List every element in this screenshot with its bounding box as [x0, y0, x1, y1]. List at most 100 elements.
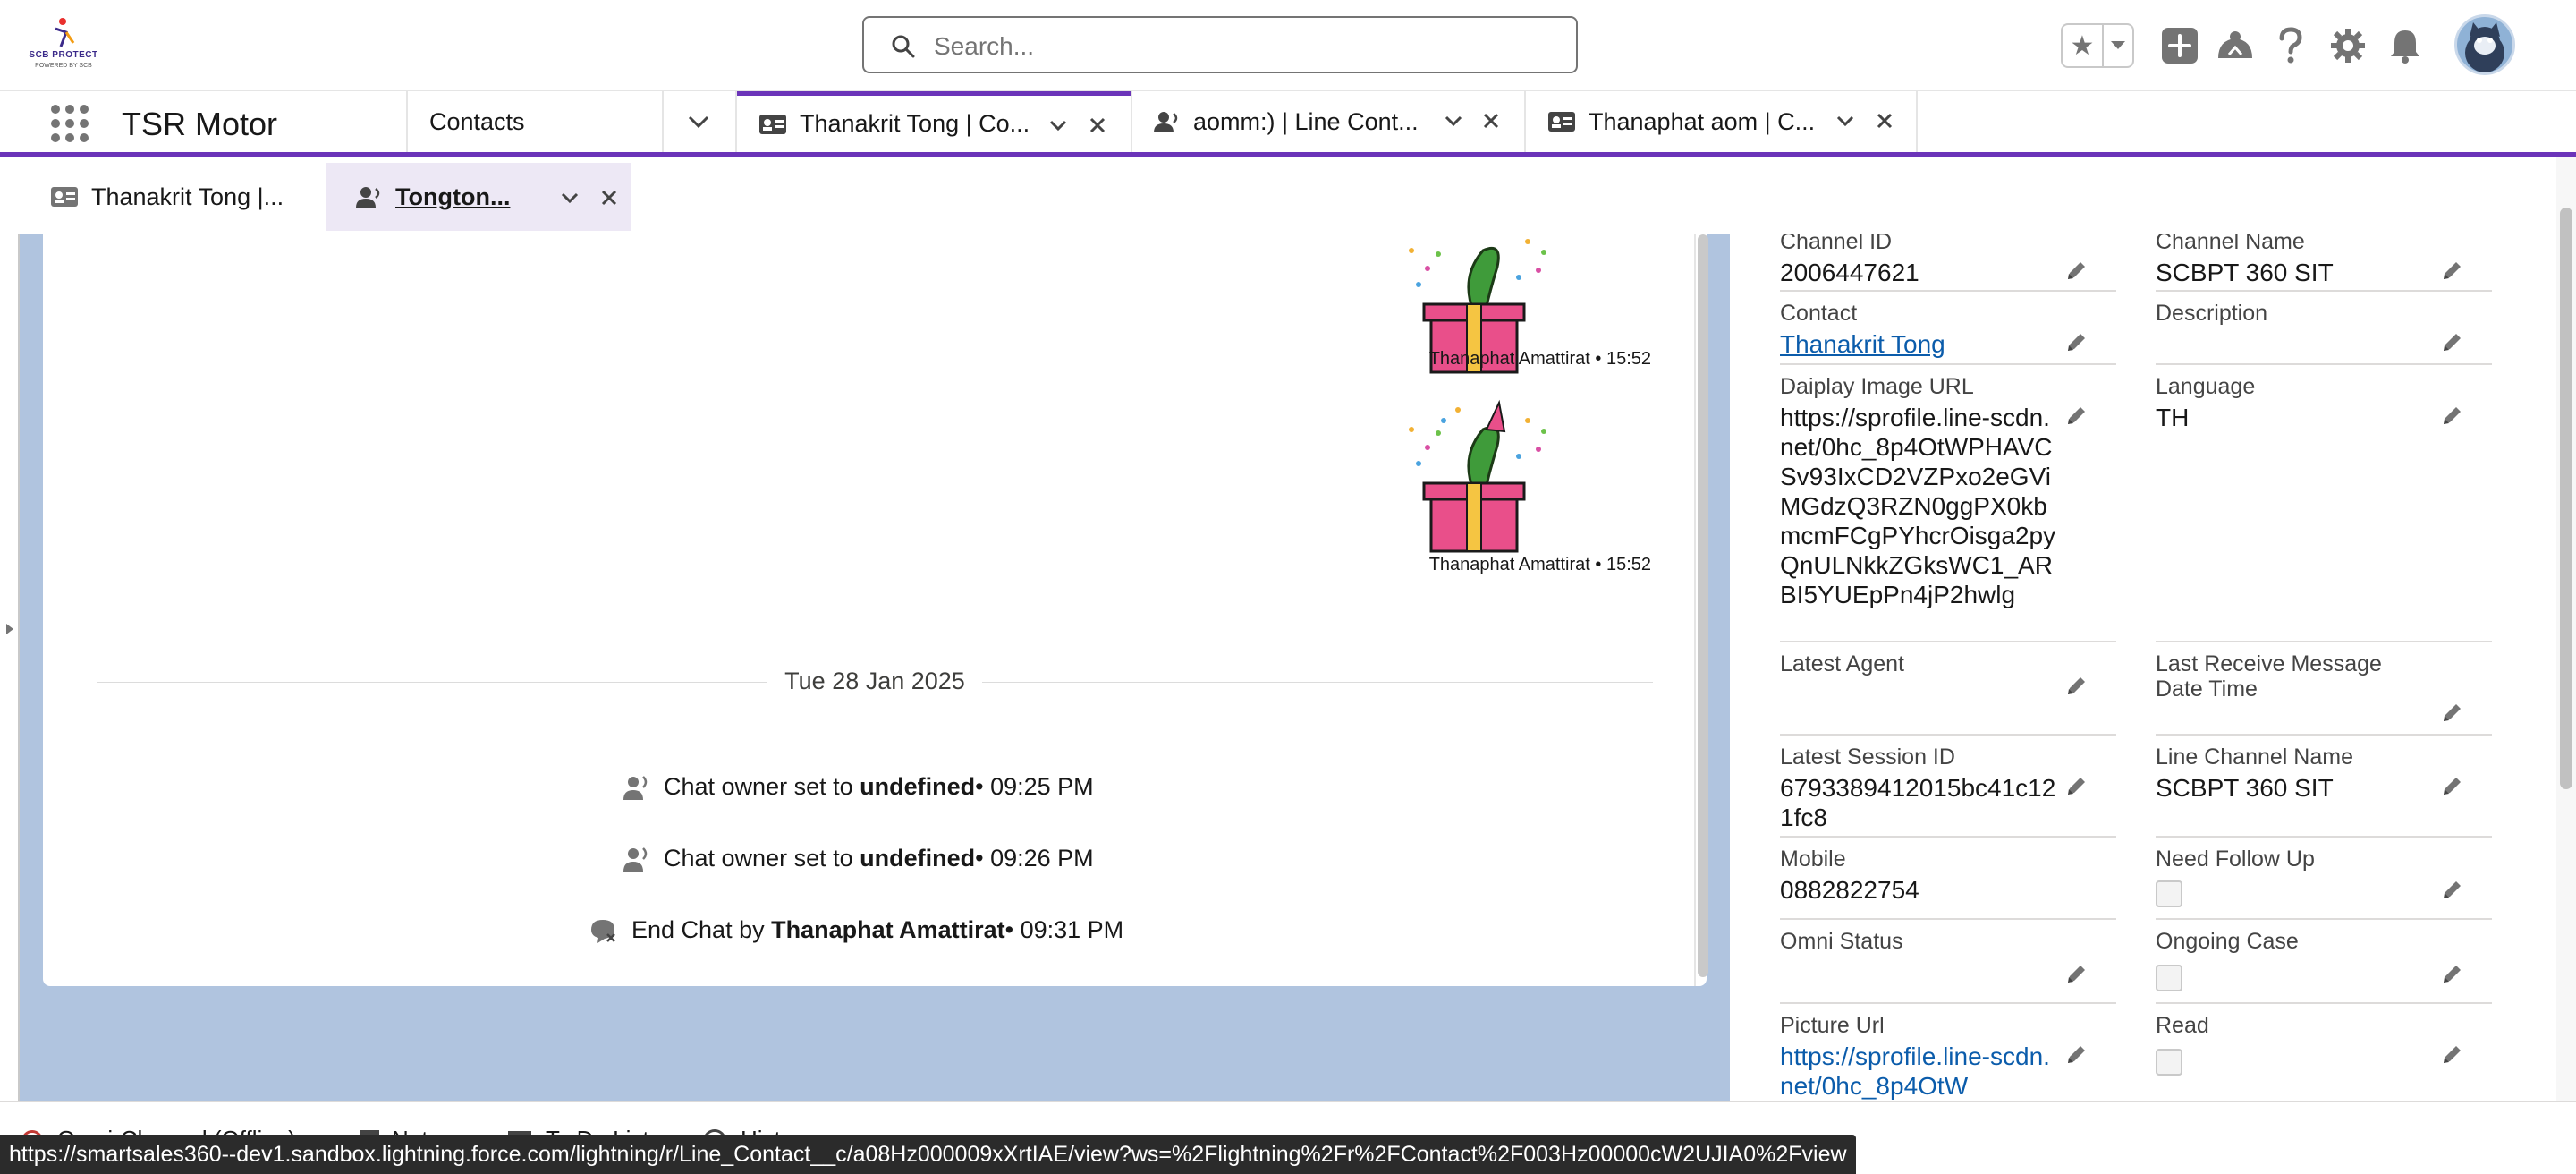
page-scrollbar[interactable]: [2556, 157, 2576, 1101]
chat-event-owner-set: Chat owner set to undefined • 09:25 PM: [621, 773, 1094, 801]
chat-owner-icon: [623, 775, 648, 800]
edit-pencil-icon[interactable]: [2440, 879, 2463, 902]
edit-pencil-icon[interactable]: [2064, 963, 2088, 986]
search-placeholder: Search...: [934, 32, 1035, 60]
nav-item-contacts[interactable]: Contacts: [429, 91, 525, 152]
field-value: TH: [2156, 404, 2190, 431]
global-actions-plus-icon[interactable]: [2157, 23, 2202, 68]
read-checkbox[interactable]: [2156, 1049, 2182, 1076]
workspace-tab-bar: TSR Motor Contacts Thanakrit Tong | Co..…: [0, 91, 2576, 157]
event-text: Chat owner set to: [664, 845, 853, 872]
setup-gear-icon[interactable]: [2326, 23, 2370, 68]
edit-pencil-icon[interactable]: [2440, 259, 2463, 283]
edit-pencil-icon[interactable]: [2440, 702, 2463, 725]
help-icon[interactable]: [2268, 23, 2313, 68]
contact-card-icon: [759, 114, 786, 134]
edit-pencil-icon[interactable]: [2440, 1043, 2463, 1067]
notifications-bell-icon[interactable]: [2383, 23, 2428, 68]
edit-pencil-icon[interactable]: [2440, 775, 2463, 798]
tab-close-icon[interactable]: [1088, 115, 1107, 135]
edit-pencil-icon[interactable]: [2064, 259, 2088, 283]
field-label: Ongoing Case: [2156, 929, 2299, 954]
event-text: Chat owner set to: [664, 773, 853, 800]
nav-menu-chevron-down-icon[interactable]: [685, 91, 712, 152]
subtab-close-icon[interactable]: [599, 188, 619, 208]
event-time: • 09:25 PM: [975, 773, 1094, 800]
ongoing-case-checkbox[interactable]: [2156, 965, 2182, 991]
chat-owner-icon: [623, 846, 648, 872]
subtab-thanakrit[interactable]: Thanakrit Tong |...: [20, 163, 326, 231]
event-bold-text: undefined: [860, 773, 976, 800]
tab-menu-chevron-down-icon[interactable]: [1444, 111, 1463, 131]
field-need-follow-up: Need Follow Up: [2156, 846, 2492, 920]
subtab-tongton[interactable]: Tongton...: [326, 163, 631, 231]
field-channel-id: Channel ID 2006447621: [1780, 234, 2116, 292]
edit-pencil-icon[interactable]: [2064, 404, 2088, 428]
event-bold-text: undefined: [860, 845, 976, 872]
nav-divider: [406, 91, 408, 152]
contact-card-icon: [51, 187, 78, 207]
tab-menu-chevron-down-icon[interactable]: [1835, 111, 1855, 131]
chat-scrollbar[interactable]: [1698, 234, 1708, 977]
tab-close-icon[interactable]: [1875, 111, 1894, 131]
scrollbar-track-edge: [1694, 234, 1696, 986]
subtab-label: Thanakrit Tong |...: [91, 183, 284, 210]
edit-pencil-icon[interactable]: [2064, 1043, 2088, 1067]
tab-close-icon[interactable]: [1481, 111, 1501, 131]
field-label: Need Follow Up: [2156, 846, 2315, 872]
field-value: https://sprofile.line-scdn.net/0hc_8p4Ot…: [1780, 404, 2056, 608]
edit-pencil-icon[interactable]: [2440, 404, 2463, 428]
field-omni-status: Omni Status: [1780, 929, 2116, 1004]
field-value: 6793389412015bc41c121fc8: [1780, 774, 2056, 831]
workspace-tab-thanaphat[interactable]: Thanaphat aom | C...: [1526, 91, 1916, 152]
field-picture-url: Picture Url https://sprofile.line-scdn.n…: [1780, 1013, 2116, 1101]
subtab-menu-chevron-down-icon[interactable]: [560, 188, 580, 208]
app-launcher-icon[interactable]: [50, 104, 89, 143]
utility-collapse-handle[interactable]: [0, 234, 20, 1101]
nav-divider: [662, 91, 664, 152]
field-language: Language TH: [2156, 374, 2492, 642]
separator-line: [982, 682, 1653, 683]
user-avatar[interactable]: [2454, 14, 2515, 75]
global-search-input[interactable]: Search...: [862, 16, 1578, 73]
workspace-tab-aomm[interactable]: aomm:) | Line Cont...: [1132, 91, 1524, 152]
search-icon: [892, 35, 915, 58]
event-time: • 09:31 PM: [1004, 916, 1124, 943]
edit-pencil-icon[interactable]: [2440, 331, 2463, 354]
logo-subtitle: POWERED BY SCB: [35, 63, 92, 69]
chat-event-end-chat: End Chat by Thanaphat Amattirat • 09:31 …: [589, 916, 1123, 944]
event-bold-text: Thanaphat Amattirat: [771, 916, 1005, 943]
org-logo[interactable]: SCB PROTECT POWERED BY SCB: [27, 16, 100, 73]
field-contact: Contact Thanakrit Tong: [1780, 301, 2116, 365]
field-value: SCBPT 360 SIT: [2156, 774, 2334, 802]
picture-url-link[interactable]: https://sprofile.line-scdn.net/0hc_8p4Ot…: [1780, 1042, 2057, 1101]
tab-menu-chevron-down-icon[interactable]: [1048, 115, 1068, 135]
field-latest-session-id: Latest Session ID 6793389412015bc41c121f…: [1780, 744, 2116, 838]
need-follow-up-checkbox[interactable]: [2156, 880, 2182, 907]
scrollbar-thumb[interactable]: [2560, 208, 2572, 789]
field-channel-name: Channel Name SCBPT 360 SIT: [2156, 234, 2492, 292]
logo-title: SCB PROTECT: [29, 50, 98, 60]
trailhead-icon[interactable]: [2213, 23, 2258, 68]
browser-link-status-bar: https://smartsales360--dev1.sandbox.ligh…: [0, 1135, 1856, 1174]
workspace-tab-thanakrit[interactable]: Thanakrit Tong | Co...: [737, 91, 1131, 152]
global-header: SCB PROTECT POWERED BY SCB Search... ★: [0, 0, 2576, 91]
app-name: TSR Motor: [122, 106, 278, 142]
field-label: Latest Agent: [1780, 651, 1905, 676]
favorites-star-icon[interactable]: ★: [2063, 25, 2104, 66]
edit-pencil-icon[interactable]: [2440, 963, 2463, 986]
field-label: Last Receive Message Date Time: [2156, 651, 2382, 702]
edit-pencil-icon[interactable]: [2064, 331, 2088, 354]
favorites-dropdown-icon[interactable]: [2104, 25, 2132, 66]
chat-event-owner-set: Chat owner set to undefined • 09:26 PM: [621, 845, 1094, 872]
separator-line: [97, 682, 767, 683]
field-label: Description: [2156, 301, 2268, 326]
contact-link[interactable]: Thanakrit Tong: [1780, 329, 1945, 359]
end-chat-icon: [591, 919, 615, 943]
line-contact-person-icon: [1154, 112, 1178, 132]
edit-pencil-icon[interactable]: [2064, 775, 2088, 798]
scrollbar-thumb[interactable]: [1698, 234, 1708, 977]
edit-pencil-icon[interactable]: [2064, 675, 2088, 698]
field-last-receive-message-date-time: Last Receive Message Date Time: [2156, 651, 2492, 736]
message-caption: Thanaphat Amattirat • 15:52: [1428, 555, 1651, 574]
